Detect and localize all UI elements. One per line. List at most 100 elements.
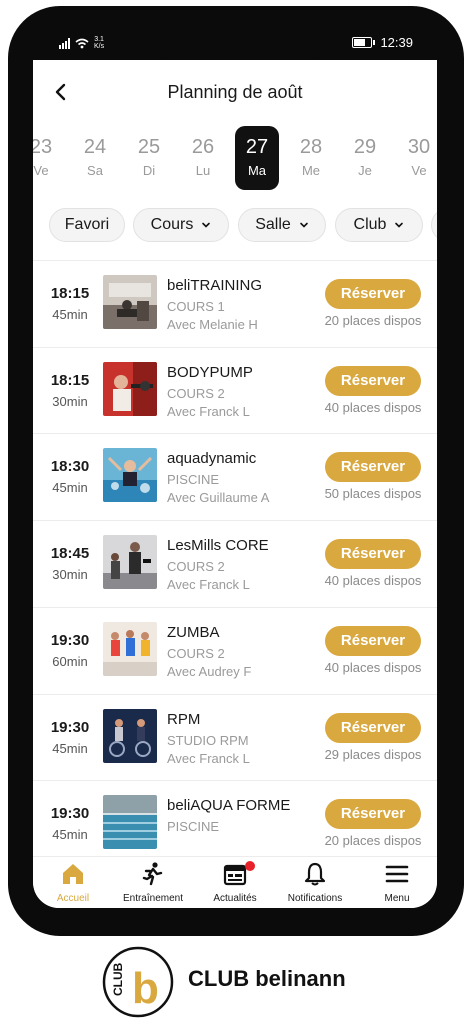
tab-notifications[interactable]: Notifications xyxy=(275,861,355,904)
wifi-icon xyxy=(75,38,89,48)
tab-label: Menu xyxy=(384,893,410,904)
available-spots: 40 places dispos xyxy=(324,573,422,589)
class-coach: Avec Audrey F xyxy=(167,663,252,679)
battery-icon xyxy=(352,37,376,48)
filter-cours[interactable]: Cours xyxy=(133,208,229,242)
reserve-button[interactable]: Réserver xyxy=(325,452,421,483)
filter-club[interactable]: Club xyxy=(335,208,423,242)
day-number: 27 xyxy=(245,136,269,158)
class-thumbnail xyxy=(103,795,157,850)
reserve-button[interactable]: Réserver xyxy=(325,279,421,309)
list-item[interactable]: 19:30 45min RPM STUDIO RPM Avec Franck L Rése… xyxy=(33,693,437,780)
day-label: Me xyxy=(301,163,321,178)
class-coach: Avec Guillaume A xyxy=(167,490,270,506)
day-label: Je xyxy=(358,163,372,178)
class-coach: Avec Franck L xyxy=(167,577,250,593)
list-item[interactable]: 18:45 30min LesMills CORE COURS 2 Avec Franc… xyxy=(33,520,437,606)
class-duration: 30min xyxy=(52,393,88,409)
class-name: beliTRAINING xyxy=(167,277,263,294)
class-list: 18:15 45min beliTRAINING COURS 1 Avec Melani… xyxy=(33,260,437,856)
bell-icon xyxy=(304,862,326,886)
day-label: Ma xyxy=(247,163,267,178)
class-room: COURS 2 xyxy=(167,645,225,661)
day-label: Di xyxy=(142,163,156,178)
notification-badge xyxy=(245,861,255,871)
reserve-button[interactable]: Réserver xyxy=(325,712,421,743)
class-time: 18:45 xyxy=(50,545,90,563)
class-time: 18:15 xyxy=(50,371,90,389)
page-title: Planning de août xyxy=(167,82,303,102)
list-item[interactable]: 18:30 45min aquadynamic PISCINE Avec Guillau… xyxy=(33,433,437,519)
class-coach: Avec Franck L xyxy=(167,403,250,419)
day-selector: 23 Ve 24 Sa 25 Di 26 Lu 27 Ma 28 Me 29 Je 30 Ve xyxy=(33,126,437,192)
class-name: LesMills CORE xyxy=(167,537,269,555)
class-duration: 45min xyxy=(52,307,88,322)
class-room: PISCINE xyxy=(167,819,220,835)
tab-menu[interactable]: Menu xyxy=(357,861,437,904)
tab-label: Entraînement xyxy=(122,893,184,904)
header: Planning de août xyxy=(33,60,437,124)
status-right: 12:39 xyxy=(352,35,413,50)
class-coach: Avec Melanie H xyxy=(167,317,258,332)
network-speed: 3.1 K/s xyxy=(94,36,105,50)
class-thumbnail xyxy=(103,708,157,763)
available-spots: 40 places dispos xyxy=(324,399,422,415)
camera-notch xyxy=(153,24,329,58)
list-item[interactable]: 19:30 45min beliAQUA FORME PISCINE Réserver 2… xyxy=(33,780,437,856)
list-item[interactable]: 18:15 30min BODYPUMP COURS 2 Avec Franck L Ré… xyxy=(33,346,437,433)
class-thumbnail xyxy=(103,535,157,590)
day-25[interactable]: 25 Di xyxy=(127,126,171,190)
brand-name: CLUB belinann xyxy=(188,966,346,991)
day-23[interactable]: 23 Ve xyxy=(33,126,63,190)
class-name: RPM xyxy=(167,710,201,728)
class-name: BODYPUMP xyxy=(167,363,253,381)
day-number: 30 xyxy=(407,136,431,158)
day-28[interactable]: 28 Me xyxy=(289,126,333,190)
day-number: 25 xyxy=(137,136,161,158)
class-duration: 45min xyxy=(52,740,88,756)
svg-text:CLUB: CLUB xyxy=(111,962,125,996)
day-27[interactable]: 27 Ma xyxy=(235,126,279,190)
class-time: 18:30 xyxy=(50,458,90,476)
filter-label: Club xyxy=(353,216,387,233)
chevron-down-icon xyxy=(395,222,404,228)
class-thumbnail xyxy=(103,448,157,503)
class-duration: 45min xyxy=(52,827,88,843)
reserve-button[interactable]: Réserver xyxy=(325,365,421,396)
chevron-down-icon xyxy=(299,222,308,228)
class-room: PISCINE xyxy=(167,472,220,488)
class-time: 19:30 xyxy=(50,805,90,823)
tab-label: Accueil xyxy=(56,893,90,904)
day-label: Lu xyxy=(195,163,211,178)
class-duration: 60min xyxy=(52,653,88,669)
day-number: 23 xyxy=(33,136,53,158)
list-item[interactable]: 19:30 60min ZUMBA COURS 2 Avec Audrey F Réser… xyxy=(33,606,437,693)
home-icon xyxy=(63,864,83,884)
day-30[interactable]: 30 Ve xyxy=(397,126,437,190)
class-thumbnail xyxy=(103,275,157,329)
class-coach: Avec Franck L xyxy=(167,750,250,766)
reserve-button[interactable]: Réserver xyxy=(325,625,421,656)
filter-favori[interactable]: Favori xyxy=(49,208,125,242)
class-room: COURS 2 xyxy=(167,385,225,401)
day-number: 28 xyxy=(299,136,323,158)
reserve-button[interactable]: Réserver xyxy=(325,539,421,570)
day-29[interactable]: 29 Je xyxy=(343,126,387,190)
day-24[interactable]: 24 Sa xyxy=(73,126,117,190)
class-time: 19:30 xyxy=(50,718,90,736)
chevron-down-icon xyxy=(202,222,211,228)
tab-accueil[interactable]: Accueil xyxy=(33,861,113,904)
tab-label: Actualités xyxy=(213,893,257,904)
available-spots: 50 places dispos xyxy=(324,486,422,502)
brand-footer: CLUB b CLUB belinann xyxy=(102,944,382,1020)
day-26[interactable]: 26 Lu xyxy=(181,126,225,190)
running-icon xyxy=(142,862,163,886)
tab-actualités[interactable]: Actualités xyxy=(195,861,275,904)
status-bar: 3.1 K/s 12:39 xyxy=(33,24,437,60)
filter-salle[interactable]: Salle xyxy=(238,208,326,242)
reserve-button[interactable]: Réserver xyxy=(325,799,421,830)
filter-more[interactable] xyxy=(431,208,437,242)
list-item[interactable]: 18:15 45min beliTRAINING COURS 1 Avec Melani… xyxy=(33,260,437,346)
available-spots: 20 places dispos xyxy=(324,313,422,328)
tab-entraînement[interactable]: Entraînement xyxy=(113,861,193,904)
